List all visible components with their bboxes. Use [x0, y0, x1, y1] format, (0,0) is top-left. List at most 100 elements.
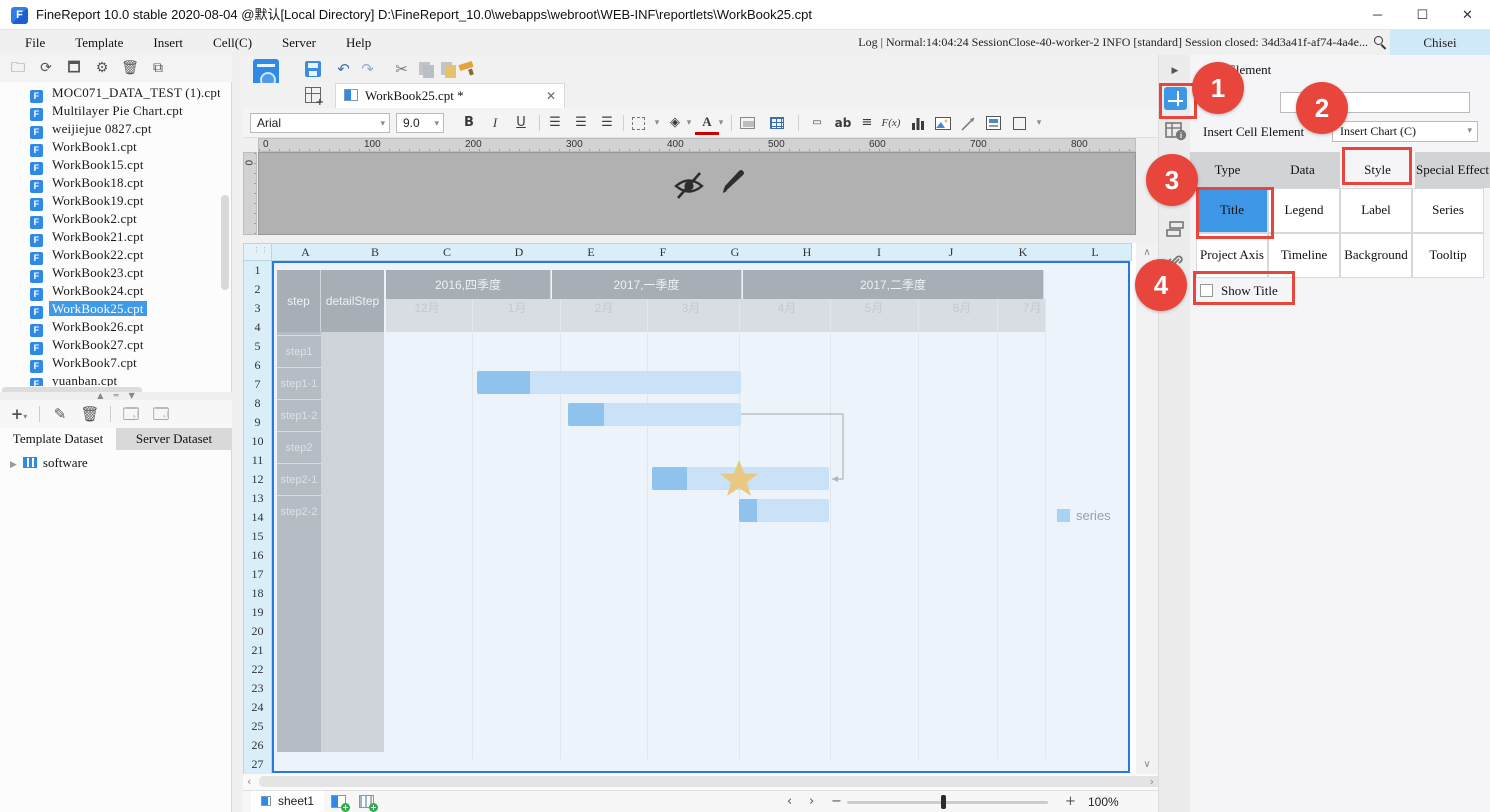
column-header-B[interactable]: B	[339, 243, 412, 261]
split-cells-icon[interactable]	[770, 117, 784, 129]
row-header-27[interactable]: 27	[243, 755, 272, 775]
gantt-chart-object[interactable]: step detailStep 2016,四季度 2017,一季度 2017,二季度 12…	[272, 261, 1130, 773]
font-family-select[interactable]: Arial ▾	[250, 113, 390, 133]
zoom-in-icon[interactable]: +	[1065, 791, 1076, 812]
label-icon[interactable]: ab	[831, 108, 855, 138]
border-icon[interactable]	[632, 117, 645, 130]
panel-splitter[interactable]: ▲ ═ ▼	[0, 392, 232, 400]
column-header-H[interactable]: H	[771, 243, 844, 261]
view-panel-icon[interactable]: 🗖︎	[62, 55, 86, 81]
format-painter-icon[interactable]	[459, 63, 473, 76]
parameter-pane[interactable]	[258, 152, 1136, 235]
collapse-panel-icon[interactable]: ▶	[1163, 59, 1187, 83]
column-header-F[interactable]: F	[627, 243, 700, 261]
new-tab-icon[interactable]	[305, 87, 324, 108]
scroll-left-icon[interactable]: ‹	[247, 774, 251, 790]
column-header-A[interactable]: A	[272, 243, 340, 261]
popup-caret-icon[interactable]: ▾	[1027, 108, 1051, 138]
refresh-icon[interactable]: ⟳	[34, 55, 58, 81]
copy-template-icon[interactable]: ⧉	[146, 55, 170, 81]
scroll-up-icon[interactable]: ∧	[1136, 247, 1158, 258]
zoom-slider-track[interactable]	[847, 801, 1048, 804]
settings-gear-icon[interactable]: ⚙	[90, 55, 114, 81]
file-tree-item[interactable]: F WorkBook21.cpt	[0, 228, 220, 247]
style-subtab-label[interactable]: Label	[1340, 188, 1412, 233]
tab-type[interactable]: Type	[1190, 152, 1265, 188]
insert-chart-dropdown[interactable]: Insert Chart (C) ▾	[1332, 121, 1478, 142]
row-header-15[interactable]: 15	[243, 527, 272, 547]
row-header-12[interactable]: 12	[243, 470, 272, 490]
file-tree-item[interactable]: F WorkBook15.cpt	[0, 156, 220, 175]
file-tree-item[interactable]: F WorkBook19.cpt	[0, 192, 220, 211]
column-header-E[interactable]: E	[555, 243, 628, 261]
account-button[interactable]: Chisei	[1390, 30, 1490, 55]
image-icon[interactable]	[935, 117, 951, 130]
cell-attributes-icon[interactable]: i	[1163, 119, 1187, 143]
dataset-tab-template-dataset[interactable]: Template Dataset	[0, 428, 116, 450]
sheet-tab[interactable]: sheet1	[251, 791, 325, 812]
row-header-24[interactable]: 24	[243, 698, 272, 718]
row-header-16[interactable]: 16	[243, 546, 272, 566]
maximize-button[interactable]: ☐	[1400, 0, 1445, 30]
menu-item-insert[interactable]: Insert	[138, 30, 198, 55]
row-header-19[interactable]: 19	[243, 603, 272, 623]
row-header-9[interactable]: 9	[243, 413, 272, 433]
edit-dataset-icon[interactable]: ✎	[47, 400, 73, 428]
menu-item-file[interactable]: File	[10, 30, 60, 55]
menu-item-help[interactable]: Help	[331, 30, 386, 55]
close-button[interactable]: ✕	[1445, 0, 1490, 30]
style-subtab-series[interactable]: Series	[1412, 188, 1484, 233]
formula-icon[interactable]: F(x)	[879, 108, 903, 138]
file-tree-item[interactable]: F WorkBook26.cpt	[0, 318, 220, 337]
row-header-25[interactable]: 25	[243, 717, 272, 737]
row-header-14[interactable]: 14	[243, 508, 272, 528]
new-folder-icon[interactable]: 🗀︎	[6, 55, 30, 81]
add-dashboard-sheet-icon[interactable]	[359, 795, 378, 812]
align-right-icon[interactable]: ☰	[595, 108, 619, 138]
row-header-13[interactable]: 13	[243, 489, 272, 509]
zoom-out-icon[interactable]: −	[831, 791, 842, 812]
redo-icon[interactable]: ↷	[355, 55, 380, 83]
dataset-tab-server-dataset[interactable]: Server Dataset	[116, 428, 232, 450]
row-header-3[interactable]: 3	[243, 299, 272, 319]
row-header-4[interactable]: 4	[243, 318, 272, 338]
row-header-22[interactable]: 22	[243, 660, 272, 680]
merge-cells-icon[interactable]	[740, 117, 755, 129]
chart-icon[interactable]	[911, 117, 925, 131]
file-tree-item[interactable]: F WorkBook18.cpt	[0, 174, 220, 193]
menu-item-server[interactable]: Server	[267, 30, 331, 55]
rich-text-icon[interactable]: ≡	[855, 108, 879, 138]
sheet-horizontal-scrollbar[interactable]: ‹ ›	[243, 774, 1343, 790]
widget-layers-icon[interactable]	[1163, 217, 1187, 241]
align-left-icon[interactable]: ☰	[543, 108, 567, 138]
column-header-K[interactable]: K	[987, 243, 1060, 261]
add-dataset-icon[interactable]: +▾	[6, 400, 32, 428]
file-tree-item[interactable]: F WorkBook25.cpt	[0, 300, 220, 319]
style-subtab-tooltip[interactable]: Tooltip	[1412, 233, 1484, 278]
row-header-2[interactable]: 2	[243, 280, 272, 300]
italic-button[interactable]: I	[483, 108, 507, 138]
delete-icon[interactable]: 🗑︎	[118, 55, 142, 81]
file-tree-item[interactable]: F WorkBook7.cpt	[0, 354, 220, 373]
file-tree-item[interactable]: F WorkBook1.cpt	[0, 138, 220, 157]
file-tree-item[interactable]: F WorkBook24.cpt	[0, 282, 220, 301]
column-header-G[interactable]: G	[699, 243, 772, 261]
row-header-8[interactable]: 8	[243, 394, 272, 414]
add-report-sheet-icon[interactable]	[331, 795, 350, 812]
gantt-bar[interactable]	[568, 403, 741, 426]
align-center-icon[interactable]: ☰	[569, 108, 593, 138]
save-icon[interactable]	[305, 61, 321, 77]
file-tree-item[interactable]: F WorkBook22.cpt	[0, 246, 220, 265]
file-tree-item[interactable]: F WorkBook2.cpt	[0, 210, 220, 229]
row-header-11[interactable]: 11	[243, 451, 272, 471]
column-header-I[interactable]: I	[843, 243, 916, 261]
row-header-10[interactable]: 10	[243, 432, 272, 452]
select-all-corner[interactable]: ⋮⋮⋮	[243, 243, 276, 261]
style-subtab-background[interactable]: Background	[1340, 233, 1412, 278]
delete-dataset-icon[interactable]: 🗑︎	[77, 400, 103, 428]
undo-icon[interactable]: ↶	[331, 55, 356, 83]
next-page-icon[interactable]: ›	[809, 791, 814, 812]
column-header-D[interactable]: D	[483, 243, 556, 261]
row-header-5[interactable]: 5	[243, 337, 272, 357]
font-color-caret-icon[interactable]: ▾	[709, 108, 733, 138]
